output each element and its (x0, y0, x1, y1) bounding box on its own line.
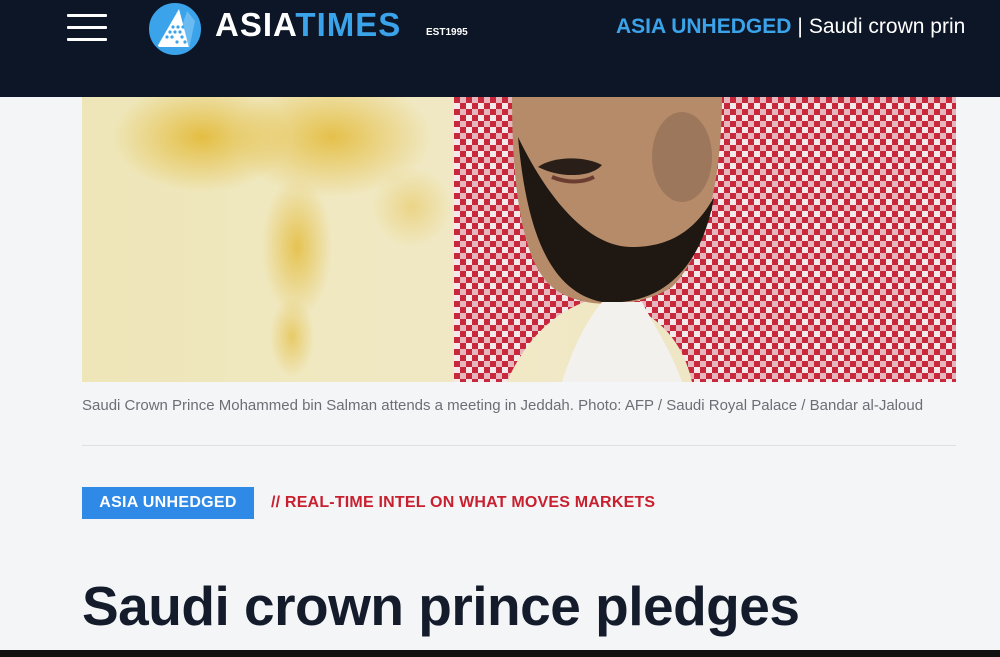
hamburger-menu-icon[interactable] (67, 12, 107, 42)
hero-photo (82, 97, 956, 382)
section-tagline: // REAL-TIME INTEL ON WHAT MOVES MARKETS (271, 494, 656, 511)
article-hero-image (82, 97, 956, 382)
header-section-label[interactable]: ASIA UNHEDGED (616, 15, 791, 38)
caption-divider (82, 445, 956, 446)
site-header: ASIATIMES EST1995 ASIA UNHEDGED | Saudi cr… (0, 0, 1000, 97)
site-logo-wordmark[interactable]: ASIATIMES (215, 6, 401, 44)
asia-times-globe-logo[interactable] (149, 3, 201, 55)
bottom-cutoff-bar (0, 650, 1000, 657)
image-caption: Saudi Crown Prince Mohammed bin Salman a… (82, 397, 924, 414)
logo-word-times: TIMES (295, 6, 402, 43)
logo-established: EST1995 (426, 27, 468, 38)
header-separator: | (797, 15, 803, 38)
article-headline: Saudi crown prince pledges (82, 575, 800, 637)
section-badge[interactable]: ASIA UNHEDGED (82, 487, 254, 519)
header-article-title[interactable]: ASIA UNHEDGED | Saudi crown prin (616, 15, 965, 39)
header-title-text: Saudi crown prin (808, 15, 966, 38)
logo-word-asia: ASIA (215, 6, 296, 43)
